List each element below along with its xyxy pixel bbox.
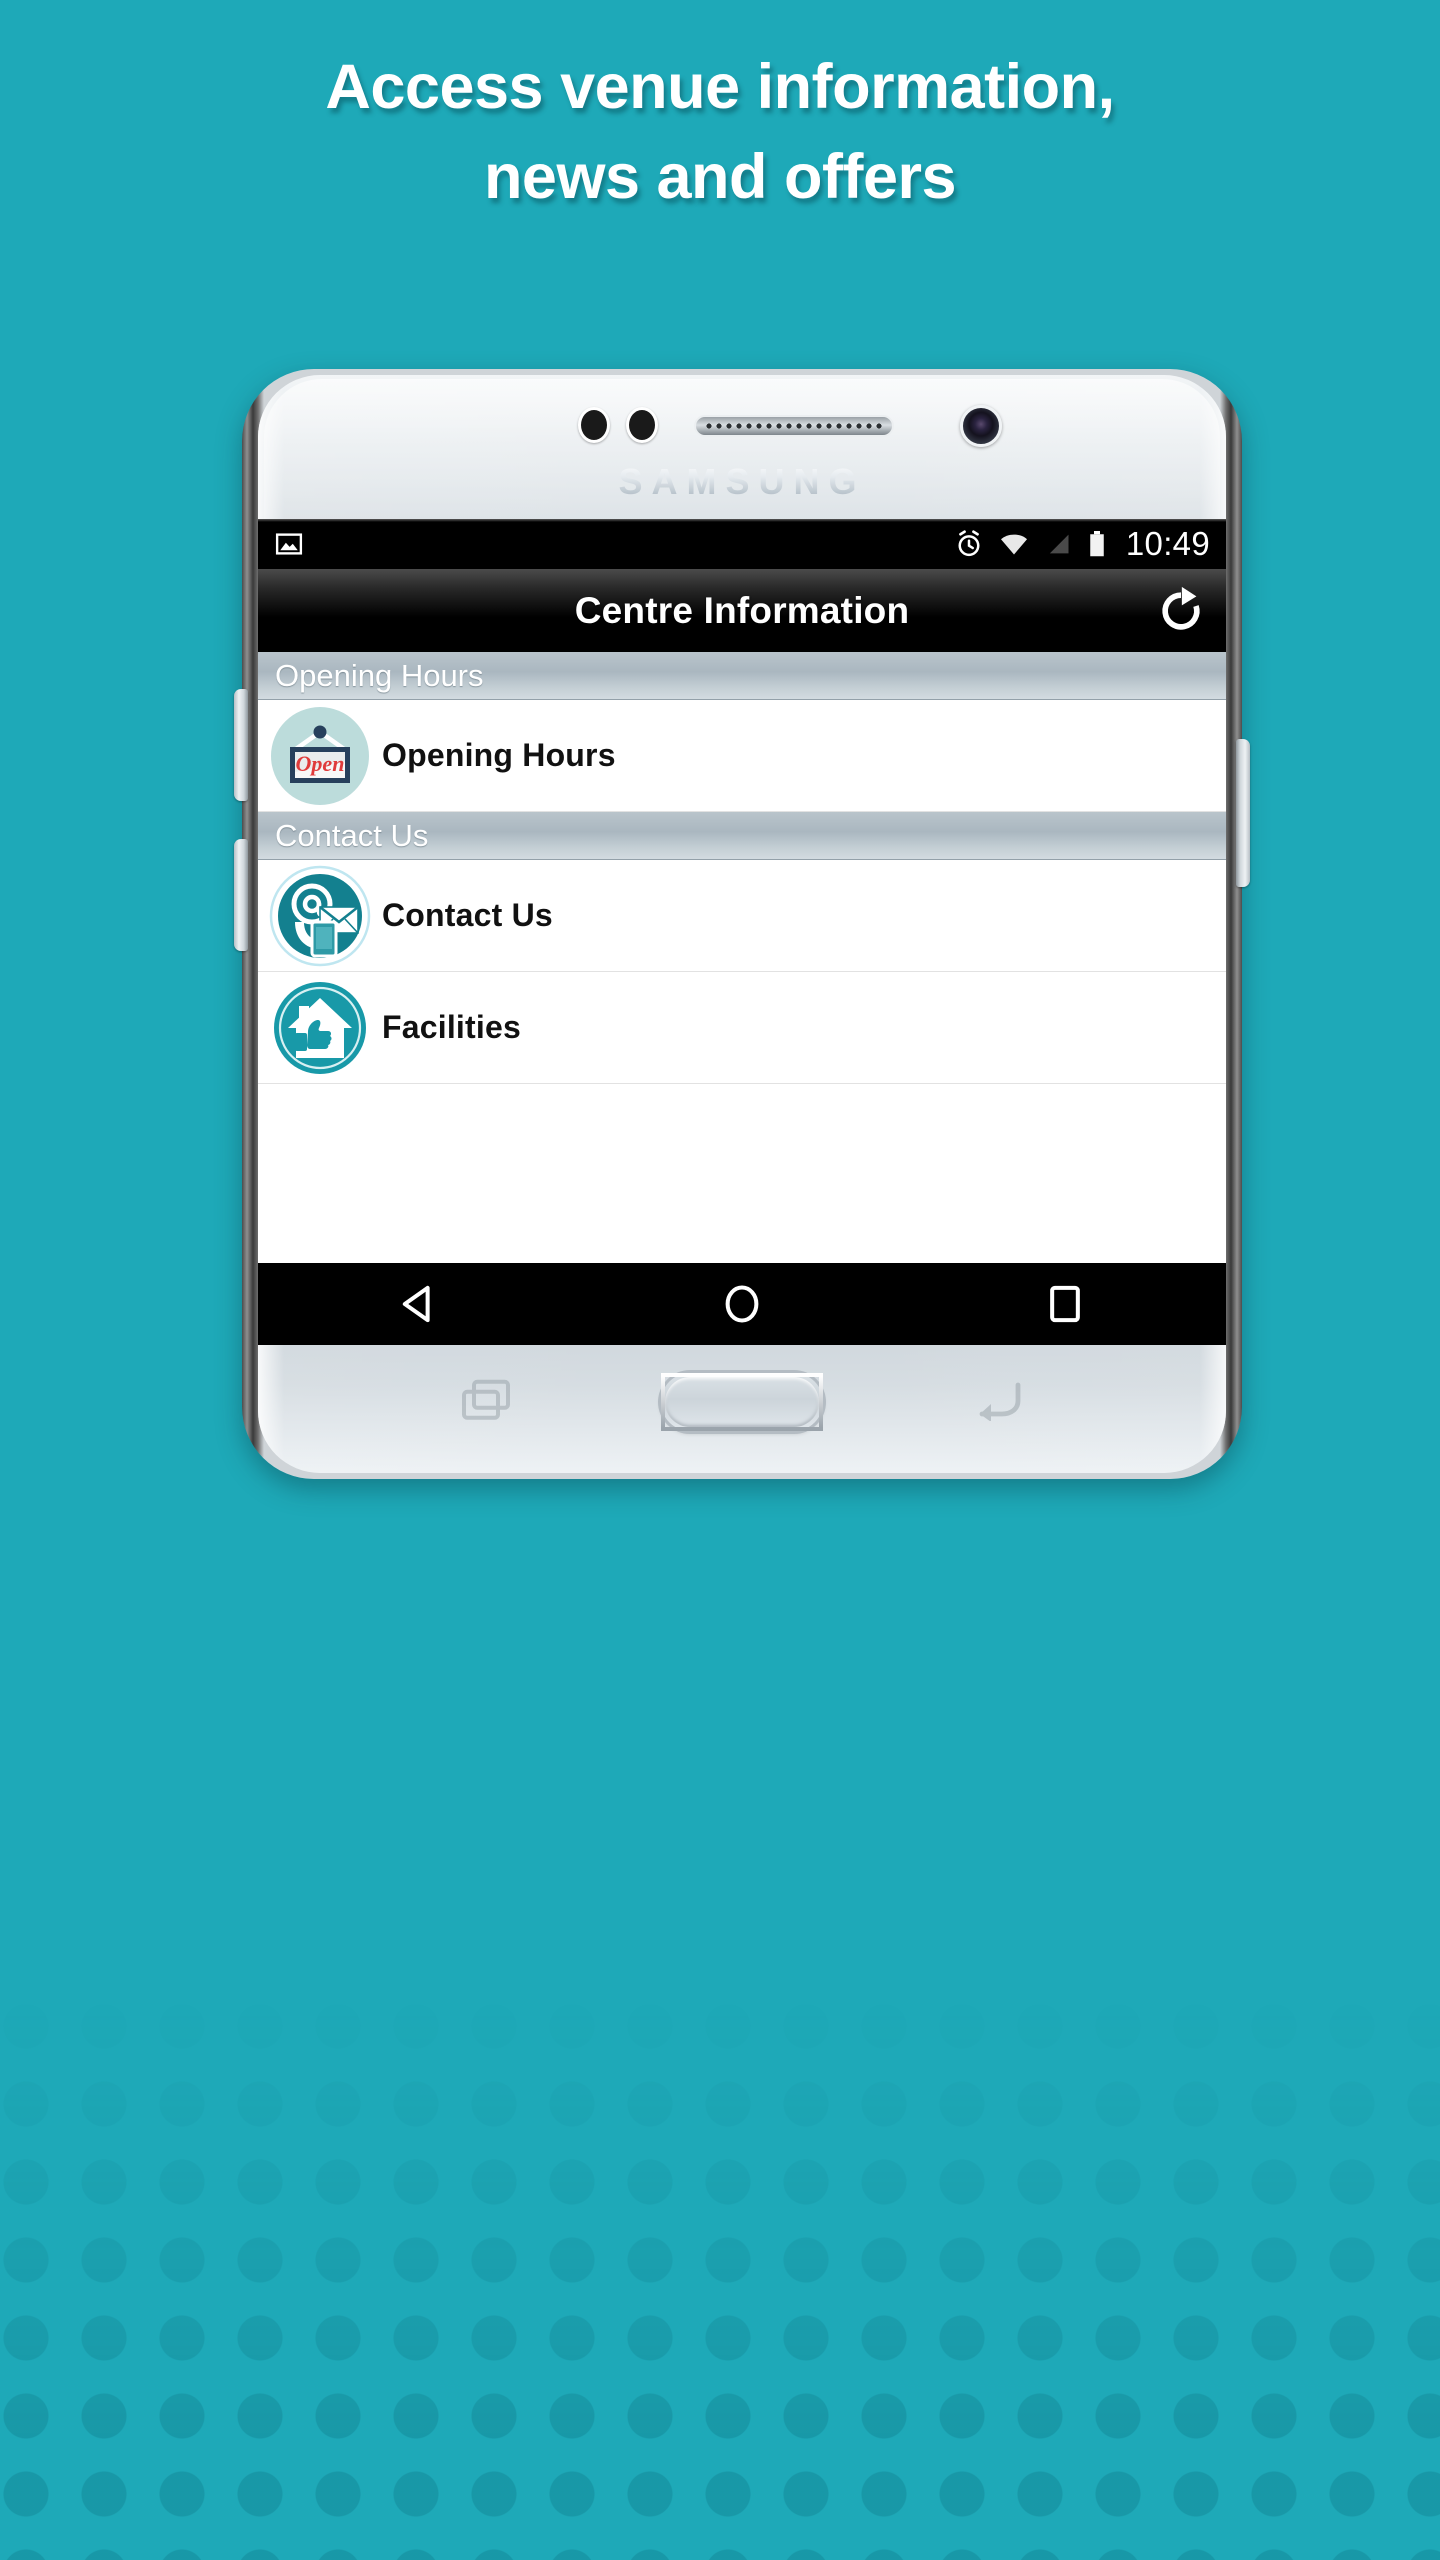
front-camera-icon [960,405,1002,447]
phone-screen: 10:49 Centre Information Opening Hours O… [258,519,1226,1345]
section-header-opening-hours: Opening Hours [258,652,1226,700]
section-header-contact-us: Contact Us [258,812,1226,860]
back-triangle-icon[interactable] [364,1263,474,1345]
samsung-brand-label: SAMSUNG [242,461,1242,503]
light-sensor-icon [626,407,658,443]
list-item-label: Opening Hours [382,737,616,773]
list-item-label: Facilities [382,1009,521,1045]
earpiece-speaker [694,415,894,437]
list-item[interactable]: Contact Us [258,860,1226,972]
proximity-sensor-icon [578,407,610,443]
open-sign-icon: Open [258,700,382,812]
recents-square-icon[interactable] [1010,1263,1120,1345]
battery-icon [1086,529,1108,559]
wifi-icon [998,529,1030,559]
phone-mockup: SAMSUNG 10:49 Centre Information Opening… [234,369,1250,1479]
signal-icon [1044,529,1072,559]
page-title: Centre Information [574,589,910,631]
home-button[interactable] [661,1373,823,1431]
image-icon [274,529,304,559]
list-item-label: Contact Us [382,897,553,933]
list-item[interactable]: Facilities [258,972,1226,1084]
power-button[interactable] [1236,739,1250,887]
back-key-icon[interactable] [972,1379,1024,1421]
status-bar-right-icons: 10:49 [954,525,1210,563]
status-bar-clock: 10:49 [1125,525,1210,562]
android-navigation-bar [258,1263,1226,1345]
background-dot-pattern [0,2000,1440,2560]
refresh-icon[interactable] [1152,582,1210,640]
section-header-label: Contact Us [275,817,429,853]
phone-body: SAMSUNG 10:49 Centre Information Opening… [234,369,1250,1479]
phone-shell: SAMSUNG 10:49 Centre Information Opening… [234,369,1250,1479]
home-circle-icon[interactable] [687,1263,797,1345]
recents-key-icon[interactable] [460,1379,512,1421]
volume-down-button[interactable] [234,839,248,951]
promo-headline: Access venue information, news and offer… [0,42,1440,222]
alarm-icon [954,529,984,559]
list-item[interactable]: Open Opening Hours [258,700,1226,812]
house-thumbs-up-icon [258,972,382,1084]
section-header-label: Opening Hours [275,657,484,693]
app-title-bar: Centre Information [258,569,1226,652]
headline-line-2: news and offers [483,142,957,212]
volume-up-button[interactable] [234,689,248,801]
status-bar-left-icons [274,529,304,559]
headline-line-1: Access venue information, [325,52,1115,122]
android-status-bar: 10:49 [258,519,1226,569]
svg-text:Open: Open [296,751,345,776]
contact-at-envelope-phone-icon [258,860,382,972]
